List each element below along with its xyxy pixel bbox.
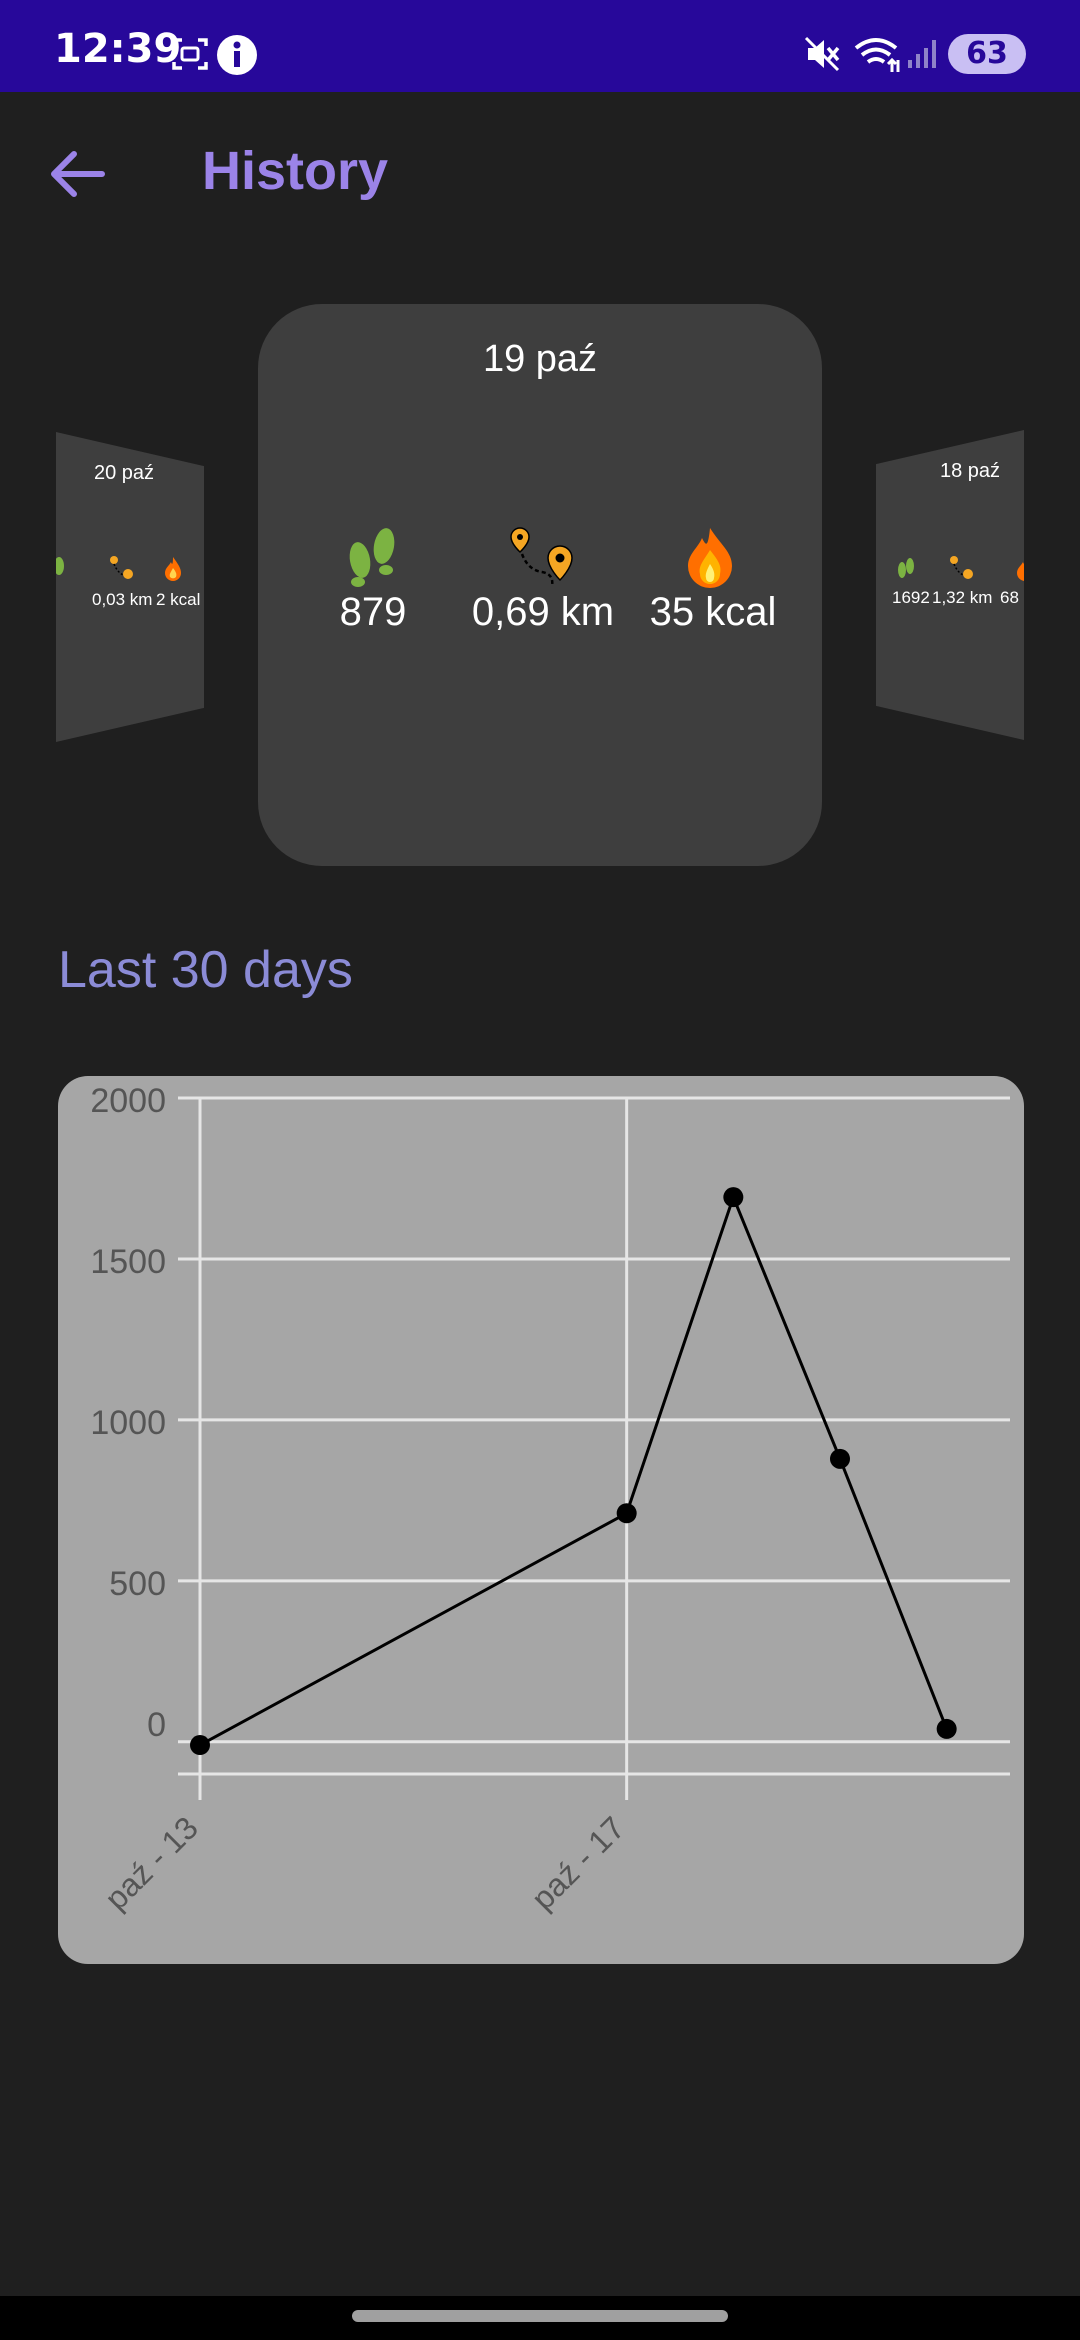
footsteps-icon [56,557,64,575]
day-card-current[interactable]: 19 paź 879 0,69 km 35 kcal [258,304,822,866]
card-steps: 1692 [892,588,930,607]
y-tick-label: 1500 [90,1243,166,1281]
data-point [616,1503,637,1524]
day-card-previous[interactable]: 20 paź 0,03 km 2 kcal [56,432,204,742]
card-date: 18 paź [940,460,1001,482]
series-line [199,1192,949,1747]
y-tick-label: 2000 [90,1082,166,1120]
data-point [830,1448,850,1469]
steps-value: 879 [339,590,407,634]
info-icon [217,35,257,75]
home-gesture-handle[interactable] [352,2310,728,2322]
card-distance: 1,32 km [932,588,993,607]
screenshot-icon [172,38,208,70]
footsteps-icon [349,528,395,587]
status-bar: 12:39 63 [0,0,1080,92]
card-calories: 68 [1000,588,1019,607]
route-pin-icon [110,556,133,579]
fire-icon [1017,557,1024,581]
wifi-icon [854,38,900,72]
battery-level: 63 [966,36,1008,71]
route-pin-icon [950,556,973,579]
fire-icon [165,557,181,581]
footsteps-icon [898,558,914,578]
app-bar: History [0,92,1080,252]
data-point [723,1187,744,1208]
signal-icon [908,40,936,68]
section-title: Last 30 days [58,941,353,999]
route-pin-icon [510,527,573,587]
y-tick-label: 500 [109,1565,166,1603]
battery-indicator: 63 [948,34,1026,74]
x-tick-label: paź - 13 [98,1809,205,1916]
mute-icon [804,36,840,72]
calories-value: 35 kcal [649,590,777,634]
back-arrow-icon[interactable] [44,140,112,208]
card-distance: 0,03 km [92,590,153,609]
x-tick-label: paź - 17 [524,1809,631,1916]
fire-icon [688,528,732,588]
card-date: 19 paź [482,338,598,380]
card-date: 20 paź [94,462,155,484]
y-tick-label: 1000 [90,1404,166,1442]
page-title: History [202,141,389,201]
data-point [190,1735,210,1756]
y-tick-label: 0 [147,1706,166,1744]
day-card-next[interactable]: 18 paź 1692 1,32 km 68 [876,430,1024,740]
navigation-bar [0,2296,1080,2340]
status-time: 12:39 [54,26,182,72]
steps-line-chart: 0 500 1000 1500 2000 paź - 13 paź - 17 [90,1082,1010,1917]
distance-value: 0,69 km [471,590,615,634]
steps-chart-panel: 0 500 1000 1500 2000 paź - 13 paź - 17 [58,1076,1024,1964]
card-calories: 2 kcal [156,590,201,609]
data-point [936,1718,957,1739]
